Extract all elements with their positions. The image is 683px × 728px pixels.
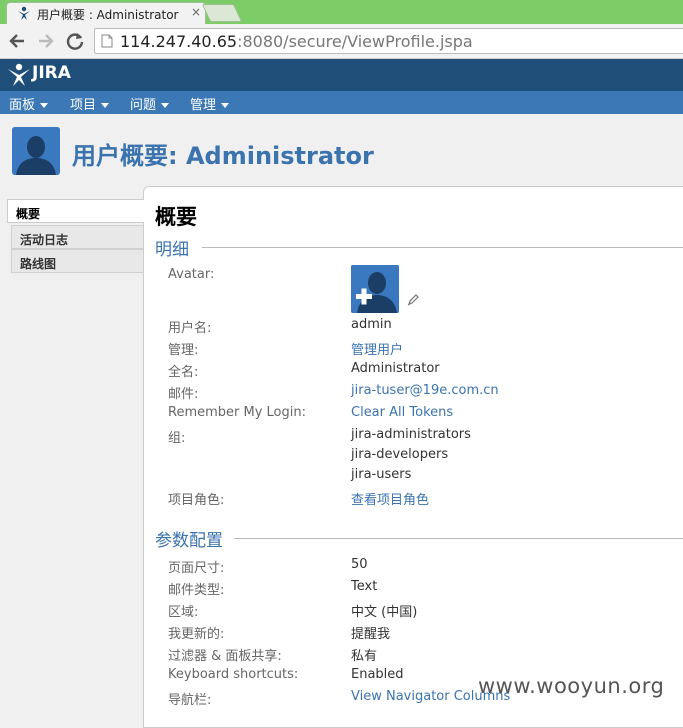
nav-dashboards[interactable]: 面板: [9, 94, 49, 113]
nav-administration-label: 管理: [190, 98, 217, 113]
username-value: admin: [351, 317, 392, 332]
clear-tokens-link[interactable]: Clear All Tokens: [351, 405, 453, 420]
nav-projects[interactable]: 项目: [70, 94, 110, 113]
browser-tab-strip: 用户概要 : Administrator ×: [0, 0, 683, 24]
pref-label: 过滤器 & 面板共享:: [168, 649, 282, 664]
jira-header: JIRA: [0, 59, 683, 91]
pref-label: 页面尺寸:: [168, 561, 225, 576]
watermark-text: www.wooyun.org: [478, 674, 665, 698]
group-item: jira-administrators: [351, 427, 471, 442]
page-title: 用户概要: Administrator: [72, 142, 374, 170]
avatar-label: Avatar:: [168, 267, 215, 282]
pref-value: 50: [351, 557, 368, 572]
nav-administration[interactable]: 管理: [190, 94, 230, 113]
new-tab-button[interactable]: [201, 4, 243, 22]
side-item-roadmap[interactable]: 路线图: [11, 249, 144, 273]
pref-value: Enabled: [351, 667, 404, 682]
page-icon: [101, 34, 113, 48]
manage-users-link[interactable]: 管理用户: [351, 339, 403, 358]
reload-icon[interactable]: [64, 30, 86, 52]
remember-login-label: Remember My Login:: [168, 405, 306, 420]
pref-label: 区域:: [168, 605, 199, 620]
details-section-title: 明细: [155, 240, 189, 260]
nav-projects-label: 项目: [70, 98, 97, 113]
view-project-roles-link[interactable]: 查看项目角色: [351, 489, 429, 508]
browser-toolbar: 114.247.40.65:8080/secure/ViewProfile.js…: [0, 24, 683, 59]
chevron-down-icon: [161, 103, 170, 108]
group-item: jira-developers: [351, 447, 449, 462]
groups-label: 组:: [168, 431, 186, 446]
jira-nav-bar: 面板 项目 问题 管理: [0, 91, 683, 114]
back-arrow-icon[interactable]: [6, 30, 28, 52]
project-roles-label: 项目角色:: [168, 493, 225, 508]
prefs-section-title: 参数配置: [155, 531, 223, 551]
avatar-upload-button[interactable]: [351, 265, 399, 313]
user-silhouette-icon: [12, 127, 60, 175]
url-path: :8080/secure/ViewProfile.jspa: [237, 32, 473, 51]
group-item: jira-users: [351, 467, 412, 482]
tab-close-icon[interactable]: ×: [191, 5, 201, 19]
pref-value: 私有: [351, 649, 378, 664]
pref-label: 导航栏:: [168, 693, 212, 708]
jira-favicon-icon: [18, 6, 30, 20]
username-label: 用户名:: [168, 321, 212, 336]
pref-label: 我更新的:: [168, 627, 225, 642]
url-text: 114.247.40.65:8080/secure/ViewProfile.js…: [120, 32, 473, 51]
section-divider: [234, 538, 683, 539]
pref-value: Text: [351, 579, 378, 594]
address-bar[interactable]: 114.247.40.65:8080/secure/ViewProfile.js…: [94, 28, 683, 54]
admin-label: 管理:: [168, 343, 199, 358]
section-divider: [202, 247, 683, 248]
side-item-activity[interactable]: 活动日志: [11, 225, 144, 249]
jira-logo-text[interactable]: JIRA: [32, 63, 71, 83]
user-silhouette-icon: [351, 265, 399, 313]
jira-logo-icon[interactable]: [6, 63, 32, 87]
pref-label: Keyboard shortcuts:: [168, 667, 299, 682]
fullname-label: 全名:: [168, 365, 199, 380]
browser-tab[interactable]: 用户概要 : Administrator ×: [6, 2, 206, 24]
profile-content-panel: 概要 明细 Avatar: 用户名: admin 管理: 管理用户 全名: Ad…: [143, 186, 683, 728]
forward-arrow-icon[interactable]: [35, 30, 57, 52]
fullname-value: Administrator: [351, 361, 440, 376]
pencil-edit-icon[interactable]: [407, 294, 419, 306]
pref-value: 中文 (中国): [351, 605, 418, 620]
user-avatar: [12, 127, 60, 175]
chevron-down-icon: [101, 103, 110, 108]
email-link[interactable]: jira-tuser@19e.com.cn: [351, 383, 499, 398]
side-item-summary[interactable]: 概要: [7, 199, 144, 223]
tab-title: 用户概要 : Administrator: [37, 8, 179, 22]
content-heading: 概要: [155, 205, 197, 229]
chevron-down-icon: [221, 103, 230, 108]
pref-label: 邮件类型:: [168, 583, 225, 598]
email-label: 邮件:: [168, 387, 199, 402]
chevron-down-icon: [40, 103, 49, 108]
nav-issues-label: 问题: [130, 98, 157, 113]
pref-value: 提醒我: [351, 627, 391, 642]
url-host: 114.247.40.65: [120, 32, 238, 51]
nav-issues[interactable]: 问题: [130, 94, 170, 113]
nav-dashboards-label: 面板: [9, 98, 36, 113]
